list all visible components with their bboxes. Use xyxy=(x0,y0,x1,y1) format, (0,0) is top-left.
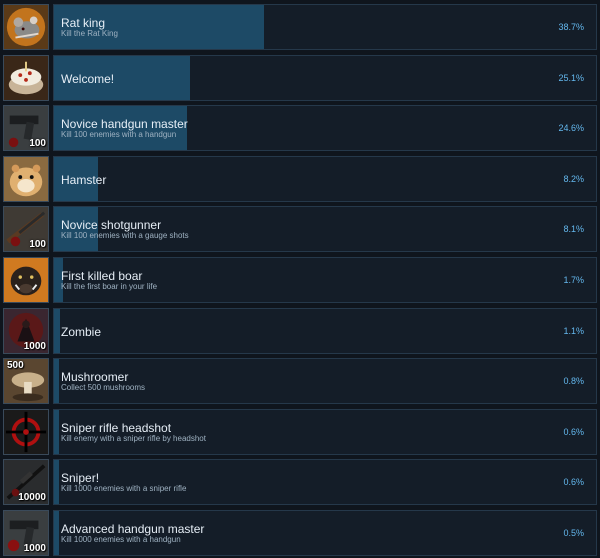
achievement-row-sniper-headshot[interactable]: Sniper rifle headshot Kill enemy with a … xyxy=(3,408,597,455)
crosshair-icon xyxy=(3,408,49,455)
achievement-badge: 500 xyxy=(7,360,24,372)
achievement-row-mushroomer[interactable]: 500 Mushroomer Collect 500 mushrooms 0.8… xyxy=(3,358,597,405)
achievement-row-rat-king[interactable]: Rat king Kill the Rat King 38.7% xyxy=(3,4,597,50)
achievement-row-novice-shotgunner[interactable]: 100 Novice shotgunner Kill 100 enemies w… xyxy=(3,206,597,253)
achievement-title: Novice shotgunner xyxy=(61,218,162,233)
achievement-description: Kill 1000 enemies with a handgun xyxy=(61,535,181,544)
mushroom-icon: 500 xyxy=(3,358,49,405)
achievement-title: First killed boar xyxy=(61,269,143,283)
achievement-title: Hamster xyxy=(61,172,107,187)
achievement-title: Sniper rifle headshot xyxy=(61,420,172,435)
achievement-row-hamster[interactable]: Hamster 8.2% xyxy=(3,155,597,202)
achievement-title: Sniper! xyxy=(61,471,100,486)
zombie-icon: 1000 xyxy=(3,307,49,354)
rat-king-icon xyxy=(3,4,49,50)
achievement-percent: 8.2% xyxy=(563,173,584,184)
achievement-percent: 24.6% xyxy=(558,123,584,134)
progress-bar-fill xyxy=(54,308,60,353)
handgun-advanced-icon: 1000 xyxy=(3,510,49,556)
achievement-row-first-boar[interactable]: First killed boar Kill the first boar in… xyxy=(3,257,597,303)
achievement-percent: 0.8% xyxy=(563,376,584,387)
achievement-row-sniper[interactable]: 10000 Sniper! Kill 1000 enemies with a s… xyxy=(3,459,597,506)
achievement-percent: 0.6% xyxy=(563,477,584,488)
achievement-percent: 1.7% xyxy=(563,275,584,285)
achievement-panel: Welcome! 25.1% xyxy=(53,54,597,101)
achievement-row-advanced-handgun[interactable]: 1000 Advanced handgun master Kill 1000 e… xyxy=(3,510,597,556)
achievement-percent: 38.7% xyxy=(558,22,584,32)
achievement-description: Kill enemy with a sniper rifle by headsh… xyxy=(61,433,206,443)
achievement-panel: Mushroomer Collect 500 mushrooms 0.8% xyxy=(53,358,597,405)
achievement-panel: Hamster 8.2% xyxy=(53,155,597,202)
shotgun-icon: 100 xyxy=(3,206,49,253)
achievement-badge: 100 xyxy=(29,239,46,251)
achievement-panel: Novice handgun master Kill 100 enemies w… xyxy=(53,105,597,152)
progress-bar-fill xyxy=(54,409,59,454)
progress-bar-fill xyxy=(54,511,59,555)
achievement-description: Kill 100 enemies with a handgun xyxy=(61,130,177,140)
achievement-percent: 0.5% xyxy=(563,528,584,538)
achievement-panel: Sniper rifle headshot Kill enemy with a … xyxy=(53,408,597,455)
welcome-cake-icon xyxy=(3,54,49,101)
achievement-title: Mushroomer xyxy=(61,370,129,385)
handgun-icon: 100 xyxy=(3,105,49,152)
achievement-title: Zombie xyxy=(61,324,102,339)
achievement-badge: 1000 xyxy=(23,543,46,554)
achievement-row-welcome[interactable]: Welcome! 25.1% xyxy=(3,54,597,101)
achievement-badge: 10000 xyxy=(18,492,46,504)
achievement-percent: 1.1% xyxy=(563,325,584,336)
sniper-rifle-icon: 10000 xyxy=(3,459,49,506)
achievement-panel: Zombie 1.1% xyxy=(53,307,597,354)
achievement-description: Kill 1000 enemies with a sniper rifle xyxy=(61,484,187,494)
achievement-percent: 8.1% xyxy=(563,224,584,235)
achievement-list: Rat king Kill the Rat King 38.7% Welcome… xyxy=(0,0,600,558)
progress-bar-fill xyxy=(54,460,59,505)
achievement-panel: Sniper! Kill 1000 enemies with a sniper … xyxy=(53,459,597,506)
achievement-title: Novice handgun master xyxy=(61,117,188,132)
achievement-description: Kill the Rat King xyxy=(61,29,118,38)
achievement-row-novice-handgun[interactable]: 100 Novice handgun master Kill 100 enemi… xyxy=(3,105,597,152)
achievement-panel: Rat king Kill the Rat King 38.7% xyxy=(53,4,597,50)
hamster-icon xyxy=(3,155,49,202)
progress-bar-fill xyxy=(54,359,59,404)
boar-icon xyxy=(3,257,49,303)
achievement-description: Collect 500 mushrooms xyxy=(61,383,146,393)
achievement-percent: 0.6% xyxy=(563,426,584,437)
achievement-percent: 25.1% xyxy=(558,72,584,83)
achievement-badge: 100 xyxy=(29,138,46,150)
achievement-title: Rat king xyxy=(61,16,106,30)
achievement-badge: 1000 xyxy=(23,340,46,352)
achievement-panel: Advanced handgun master Kill 1000 enemie… xyxy=(53,510,597,556)
achievement-description: Kill the first boar in your life xyxy=(61,282,158,291)
achievement-title: Welcome! xyxy=(61,71,115,86)
achievement-title: Advanced handgun master xyxy=(61,522,205,536)
achievement-panel: Novice shotgunner Kill 100 enemies with … xyxy=(53,206,597,253)
achievement-panel: First killed boar Kill the first boar in… xyxy=(53,257,597,303)
achievement-row-zombie[interactable]: 1000 Zombie 1.1% xyxy=(3,307,597,354)
achievement-description: Kill 100 enemies with a gauge shots xyxy=(61,231,189,241)
